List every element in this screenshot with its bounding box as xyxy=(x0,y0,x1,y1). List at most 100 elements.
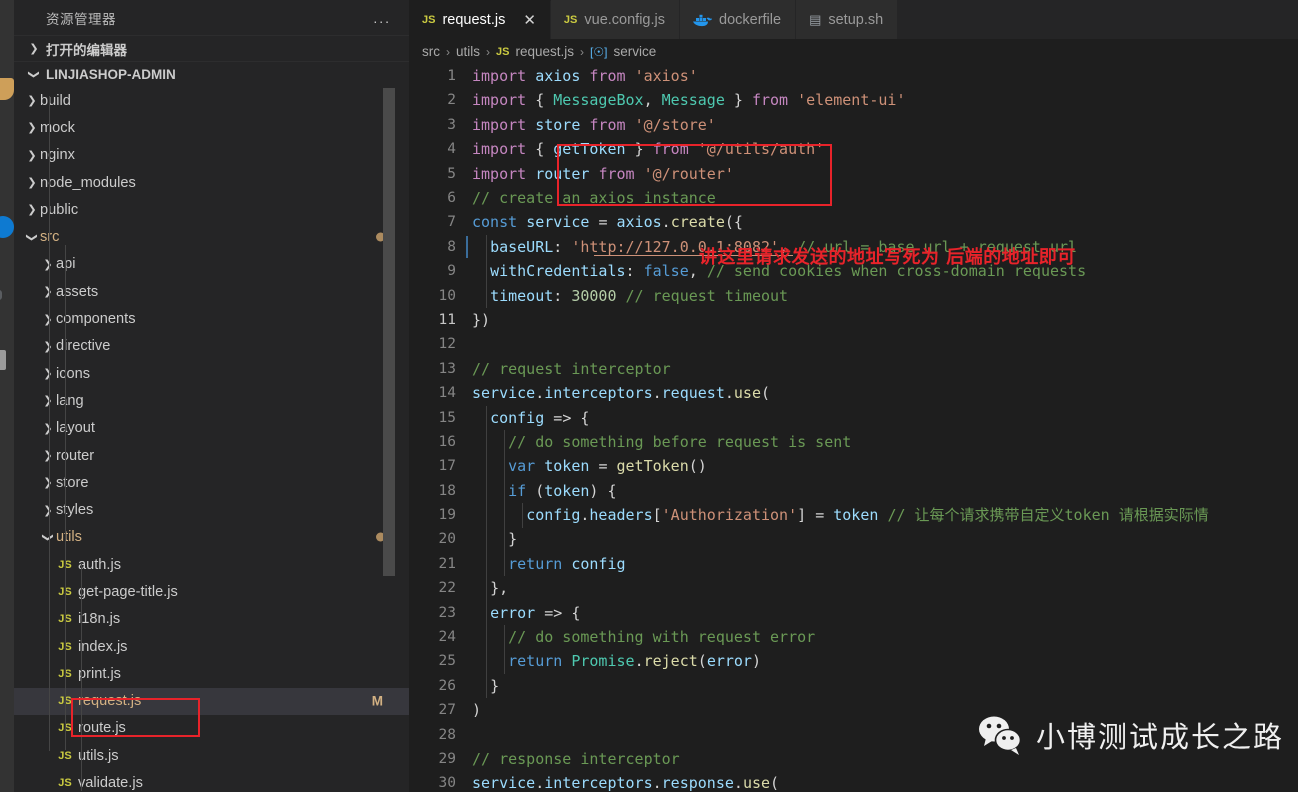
breadcrumb-utils[interactable]: utils xyxy=(456,44,480,59)
tree-folder-assets[interactable]: ❯ assets xyxy=(14,278,409,305)
js-file-icon: JS xyxy=(422,14,436,26)
tree-file-validate.js[interactable]: JS validate.js xyxy=(14,769,409,792)
chevron-right-icon: ❯ xyxy=(43,421,53,435)
run-debug-icon[interactable] xyxy=(0,290,2,300)
tree-folder-directive[interactable]: ❯ directive xyxy=(14,333,409,360)
code-line: 10 timeout: 30000 // request timeout xyxy=(409,284,1298,308)
indent-guide xyxy=(486,674,487,699)
code-line-text: // create an axios instance xyxy=(472,188,716,207)
indent-guide xyxy=(504,478,506,504)
code-line: 27) xyxy=(409,698,1298,722)
tree-item-label: utils xyxy=(56,529,82,546)
tree-file-print.js[interactable]: JSprint.js xyxy=(14,660,409,687)
line-number: 5 xyxy=(447,165,456,182)
tab-vue.config.js[interactable]: JS vue.config.js xyxy=(550,0,680,39)
tree-folder-components[interactable]: ❯ components xyxy=(14,305,409,332)
indent-guide xyxy=(486,503,487,528)
indent-guide xyxy=(504,430,506,455)
code-line-text: import store from '@/store' xyxy=(472,115,716,134)
more-actions-icon[interactable]: ... xyxy=(373,10,391,26)
tree-folder-layout[interactable]: ❯ layout xyxy=(14,415,409,442)
code-line: 26 } xyxy=(409,674,1298,698)
project-root-section[interactable]: ❯ LINJIASHOP-ADMIN xyxy=(14,61,409,87)
breadcrumb-request-file[interactable]: request.js xyxy=(515,44,574,59)
chevron-right-icon: ❯ xyxy=(43,339,53,353)
breadcrumb-service-symbol[interactable]: service xyxy=(613,44,656,59)
code-line: 20 } xyxy=(409,527,1298,551)
source-control-icon[interactable] xyxy=(0,216,14,238)
tree-item-label: icons xyxy=(56,365,91,382)
tree-folder-nginx[interactable]: ❯ nginx xyxy=(14,142,409,169)
indent-guide xyxy=(486,430,487,455)
line-number: 14 xyxy=(438,385,456,402)
tree-folder-public[interactable]: ❯ public xyxy=(14,196,409,223)
tree-folder-node_modules[interactable]: ❯ node_modules xyxy=(14,169,409,196)
line-number: 11 xyxy=(438,311,456,328)
tree-folder-router[interactable]: ❯ router xyxy=(14,442,409,469)
tree-item-label: request.js xyxy=(78,693,142,710)
breadcrumb-src[interactable]: src xyxy=(422,44,440,59)
docker-icon xyxy=(693,14,712,26)
line-number: 7 xyxy=(447,214,456,231)
line-number: 28 xyxy=(438,726,456,743)
code-line: 5 import router from '@/router' xyxy=(409,162,1298,186)
tree-folder-api[interactable]: ❯api xyxy=(14,251,409,278)
code-line-text: }, xyxy=(490,579,509,598)
code-line: 24 // do something with request error xyxy=(409,625,1298,649)
line-number: 4 xyxy=(447,141,456,158)
open-editors-section[interactable]: ❯ 打开的编辑器 xyxy=(14,35,409,61)
code-line-text: } xyxy=(508,530,518,549)
code-line: 21 return config xyxy=(409,552,1298,576)
tree-file-request.js[interactable]: JSrequest.jsM xyxy=(14,687,409,715)
chevron-right-icon: ❯ xyxy=(43,312,53,326)
tree-file-auth.js[interactable]: JSauth.js xyxy=(14,551,409,578)
explorer-icon[interactable] xyxy=(0,78,14,100)
line-number: 9 xyxy=(447,263,456,280)
tree-folder-utils[interactable]: ❯ utils xyxy=(14,524,409,551)
close-icon[interactable]: ✕ xyxy=(523,12,536,28)
editor-tab-bar: JS request.js ✕ JS vue.config.js dockerfile ▤ s… xyxy=(409,0,1298,39)
code-line-text: }) xyxy=(472,310,491,329)
breadcrumb-separator-icon: › xyxy=(580,44,585,59)
tree-file-route.js[interactable]: JSroute.js xyxy=(14,715,409,742)
js-file-icon: JS xyxy=(496,45,510,58)
tab-setup.sh[interactable]: ▤ setup.sh xyxy=(796,0,899,39)
line-number: 15 xyxy=(438,409,456,426)
tree-folder-icons[interactable]: ❯ icons xyxy=(14,360,409,387)
tree-folder-styles[interactable]: ❯ styles xyxy=(14,496,409,523)
tree-folder-src[interactable]: ❯src xyxy=(14,223,409,250)
extensions-icon[interactable] xyxy=(0,350,6,370)
tree-folder-lang[interactable]: ❯ lang xyxy=(14,387,409,414)
line-number: 1 xyxy=(447,68,456,85)
tree-file-i18n.js[interactable]: JSi18n.js xyxy=(14,606,409,633)
tree-item-label: utils.js xyxy=(78,747,119,764)
line-number: 3 xyxy=(447,116,456,133)
code-line: 16 // do something before request is sen… xyxy=(409,430,1298,454)
code-line: 22 }, xyxy=(409,576,1298,600)
tree-file-index.js[interactable]: JSindex.js xyxy=(14,633,409,660)
indent-guide xyxy=(522,503,524,528)
chevron-right-icon: ❯ xyxy=(27,176,37,190)
code-line-text: config => { xyxy=(490,408,590,427)
tree-item-label: lang xyxy=(56,392,84,409)
tree-folder-build[interactable]: ❯ build xyxy=(14,87,409,114)
code-line: 23 error => { xyxy=(409,601,1298,625)
modified-flag: M xyxy=(371,693,383,709)
tree-folder-store[interactable]: ❯ store xyxy=(14,469,409,496)
tree-file-get-page-title.js[interactable]: JSget-page-title.js xyxy=(14,578,409,605)
tree-item-label: validate.js xyxy=(78,775,143,792)
tab-label: dockerfile xyxy=(719,11,782,28)
file-tree: ❯build❯mock❯nginx❯node_modules❯public❯sr… xyxy=(14,87,409,792)
code-editor[interactable]: 1 import axios from 'axios' 2 import { Mess… xyxy=(409,64,1298,792)
indent-guide xyxy=(486,649,487,675)
tree-item-label: node_modules xyxy=(40,174,136,191)
tree-folder-mock[interactable]: ❯ mock xyxy=(14,114,409,141)
tree-file-utils.js[interactable]: JS utils.js xyxy=(14,742,409,769)
code-line-text: // do something before request is sent xyxy=(508,432,852,451)
tab-label: request.js xyxy=(442,12,506,28)
tab-request.js[interactable]: JS request.js ✕ xyxy=(409,0,551,39)
tab-dockerfile[interactable]: dockerfile xyxy=(680,0,797,39)
tree-item-label: public xyxy=(40,201,79,218)
sidebar-scrollbar[interactable] xyxy=(383,88,395,576)
